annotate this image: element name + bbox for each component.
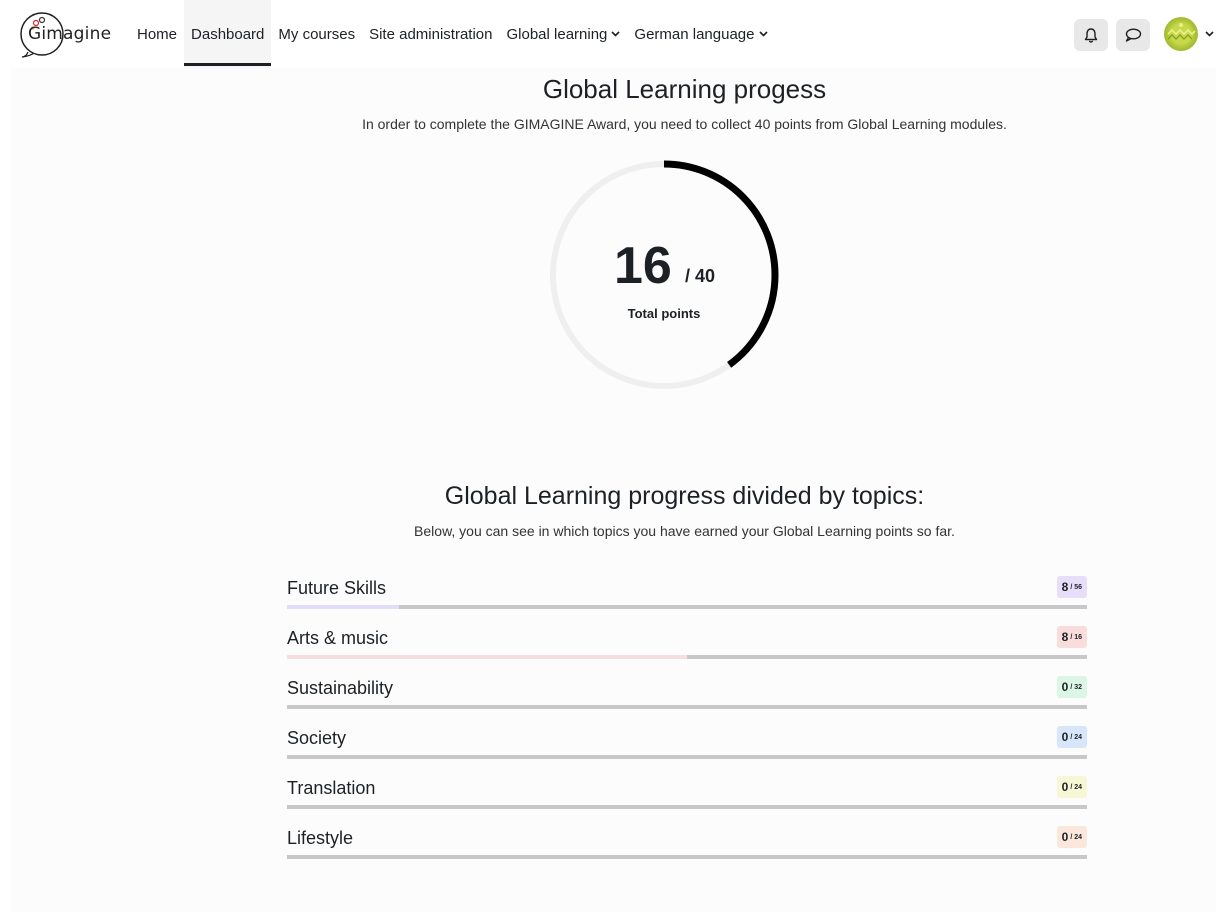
topic-points: 8: [1061, 580, 1069, 594]
topic-progress-fill: [287, 655, 687, 659]
topic-row: Translation 0/ 24: [287, 774, 1087, 824]
nav-my-courses-label: My courses: [278, 25, 356, 43]
topics-subtitle: Below, you can see in which topics you h…: [414, 523, 955, 539]
topic-points-badge: 0/ 24: [1056, 726, 1087, 748]
progress-title: Global Learning progess: [542, 74, 827, 104]
nav-global-learning[interactable]: Global learning: [500, 0, 628, 68]
topic-points: 0: [1061, 830, 1069, 844]
topic-name: Translation: [287, 778, 376, 798]
main-content: Global Learning progess In order to comp…: [11, 68, 1216, 912]
topic-max-points: / 16: [1070, 633, 1082, 641]
topic-points: 0: [1061, 730, 1069, 744]
topic-name: Future Skills: [287, 578, 387, 598]
topic-row: Society 0/ 24: [287, 724, 1087, 774]
nav-home[interactable]: Home: [130, 0, 184, 68]
nav-dashboard[interactable]: Dashboard: [184, 0, 272, 68]
total-points-ring: 16 / 40 Total points: [549, 160, 779, 390]
nav-dashboard-label: Dashboard: [191, 25, 265, 43]
topic-progress-track: [287, 605, 1087, 609]
topic-points-badge: 8/ 16: [1056, 626, 1087, 648]
topic-max-points: / 32: [1070, 683, 1082, 691]
top-navbar: Gimagine Home Dashboard My courses Site …: [0, 0, 1227, 68]
topic-progress-track: [287, 755, 1087, 759]
total-points-value: 16: [614, 237, 672, 295]
notifications-button[interactable]: [1074, 19, 1108, 51]
nav-home-label: Home: [137, 25, 178, 43]
topic-points-badge: 0/ 32: [1056, 676, 1087, 698]
bell-icon: [1084, 27, 1098, 43]
topic-points-badge: 0/ 24: [1056, 826, 1087, 848]
nav-site-administration-label: Site administration: [369, 25, 493, 43]
total-points-label: Total points: [627, 306, 701, 321]
topic-max-points: / 24: [1070, 783, 1082, 791]
topic-row: Future Skills 8/ 56: [287, 574, 1087, 624]
topics-title: Global Learning progress divided by topi…: [444, 482, 925, 510]
topic-points: 8: [1061, 630, 1069, 644]
user-menu-toggle[interactable]: [1164, 17, 1214, 51]
ring-center: 16 / 40 Total points: [549, 160, 779, 390]
nav-german-language-label: German language: [634, 25, 755, 43]
topics-list: Future Skills 8/ 56 Arts & music 8/ 16 Susta…: [287, 574, 1087, 874]
logo-text: Gimagine: [28, 24, 112, 44]
avatar-pattern-icon: [1167, 23, 1196, 40]
chevron-down-icon: [611, 31, 620, 37]
topic-row: Sustainability 0/ 32: [287, 674, 1087, 724]
topic-points: 0: [1061, 780, 1069, 794]
topic-points: 0: [1061, 680, 1069, 694]
topic-progress-track: [287, 655, 1087, 659]
topic-name: Lifestyle: [287, 828, 354, 848]
progress-subtitle: In order to complete the GIMAGINE Award,…: [362, 116, 1007, 132]
topic-max-points: / 24: [1070, 833, 1082, 841]
topic-name: Society: [287, 728, 347, 748]
nav-global-learning-label: Global learning: [506, 25, 608, 43]
chevron-down-icon: [1205, 31, 1214, 37]
topic-points-badge: 0/ 24: [1056, 776, 1087, 798]
topic-row: Lifestyle 0/ 24: [287, 824, 1087, 874]
topic-max-points: / 24: [1070, 733, 1082, 741]
primary-navigation: Home Dashboard My courses Site administr…: [130, 0, 775, 68]
topic-max-points: / 56: [1070, 583, 1082, 591]
nav-site-administration[interactable]: Site administration: [362, 0, 499, 68]
topic-row: Arts & music 8/ 16: [287, 624, 1087, 674]
topic-name: Arts & music: [287, 628, 389, 648]
chat-bubble-icon: [1125, 28, 1142, 42]
topic-progress-track: [287, 805, 1087, 809]
topic-progress-track: [287, 705, 1087, 709]
topic-points-badge: 8/ 56: [1056, 576, 1087, 598]
messages-button[interactable]: [1116, 19, 1150, 51]
site-logo[interactable]: Gimagine: [18, 10, 111, 58]
chevron-down-icon: [758, 31, 768, 37]
total-points-max: / 40: [685, 266, 716, 286]
topic-progress-track: [287, 855, 1087, 859]
nav-my-courses[interactable]: My courses: [271, 0, 362, 68]
nav-german-language[interactable]: German language: [627, 0, 774, 68]
avatar: [1164, 17, 1198, 51]
topic-name: Sustainability: [287, 678, 394, 698]
topic-progress-fill: [287, 605, 399, 609]
